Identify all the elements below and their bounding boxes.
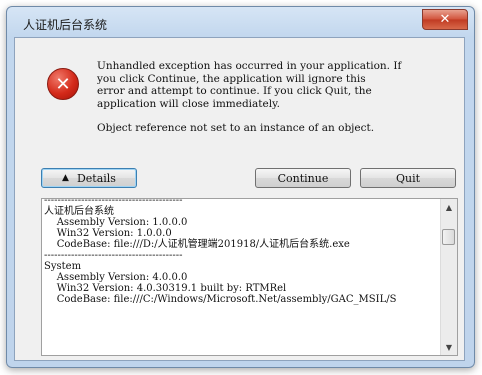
scroll-up-icon[interactable]: ▲ xyxy=(441,199,457,215)
scrollbar-thumb[interactable] xyxy=(442,229,455,245)
scroll-down-icon[interactable]: ▼ xyxy=(441,339,457,355)
details-text: ----------------------------------------… xyxy=(44,198,397,305)
collapse-arrow-icon: ▲ xyxy=(62,173,69,183)
dialog-client-area: ✕ Unhandled exception has occurred in yo… xyxy=(14,37,465,361)
quit-button[interactable]: Quit xyxy=(360,168,456,188)
details-textbox[interactable]: ----------------------------------------… xyxy=(41,198,458,356)
vertical-scrollbar[interactable]: ▲ ▼ xyxy=(440,199,457,355)
continue-button[interactable]: Continue xyxy=(255,168,351,188)
quit-button-label: Quit xyxy=(395,171,421,185)
error-icon-glyph: ✕ xyxy=(55,73,71,95)
continue-button-label: Continue xyxy=(277,171,329,185)
close-button[interactable]: ✕ xyxy=(422,9,468,30)
title-bar[interactable]: 人证机后台系统 ✕ xyxy=(7,7,474,39)
details-button[interactable]: ▲ Details xyxy=(41,168,137,188)
error-dialog-window: 人证机后台系统 ✕ ✕ Unhandled exception has occu… xyxy=(6,6,475,368)
exception-detail-message: Object reference not set to an instance … xyxy=(97,122,375,134)
close-icon: ✕ xyxy=(439,12,451,27)
error-icon: ✕ xyxy=(47,68,79,100)
details-button-label: Details xyxy=(76,171,116,185)
exception-message: Unhandled exception has occurred in your… xyxy=(97,60,402,110)
window-title: 人证机后台系统 xyxy=(23,18,108,32)
